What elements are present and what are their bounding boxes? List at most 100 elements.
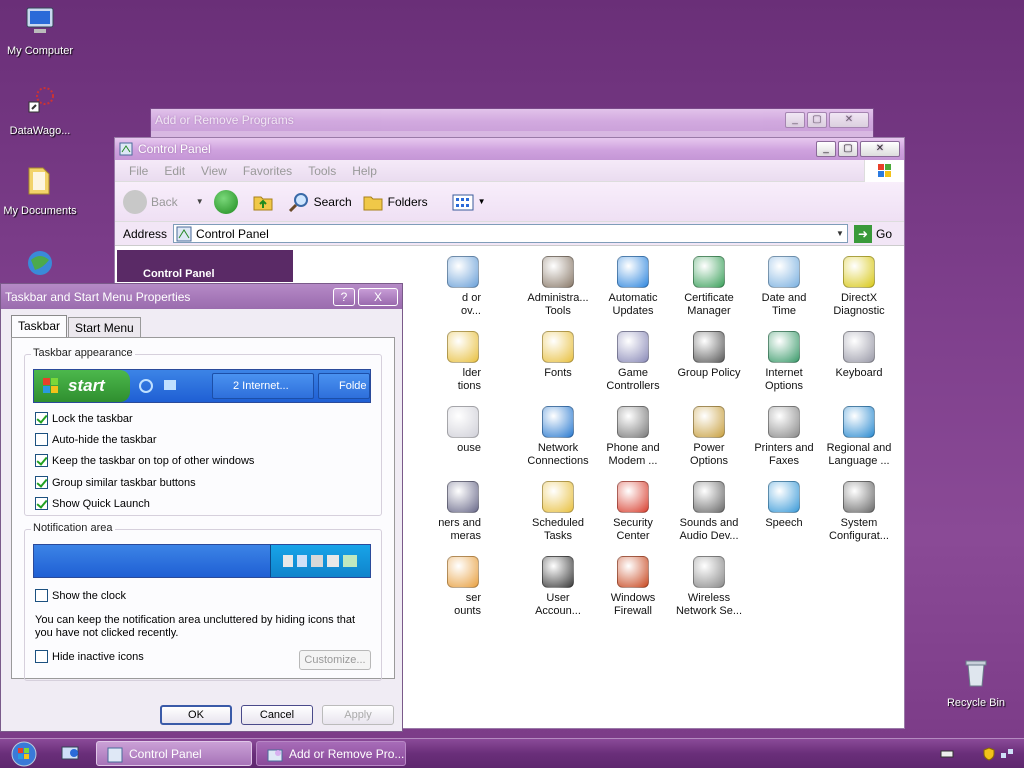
close-button[interactable]: X xyxy=(358,287,398,306)
close-button[interactable]: ✕ xyxy=(829,112,869,128)
help-button[interactable]: ? xyxy=(333,287,355,306)
cp-item[interactable]: Printers and Faxes xyxy=(746,406,822,468)
cp-item[interactable]: User Accoun... xyxy=(520,556,596,618)
cp-item[interactable]: Phone and Modem ... xyxy=(595,406,671,468)
hide-inactive-checkbox[interactable]: Hide inactive icons xyxy=(35,650,144,663)
close-button[interactable]: ✕ xyxy=(860,141,900,157)
titlebar[interactable]: Taskbar and Start Menu Properties ? X xyxy=(1,284,402,309)
minimize-button[interactable]: _ xyxy=(816,141,836,157)
taskbar-preview: start 2 Internet... Folde xyxy=(33,369,371,403)
checkbox[interactable] xyxy=(35,497,48,510)
keyboard-icon[interactable] xyxy=(940,747,954,761)
titlebar[interactable]: Add or Remove Programs _ ▢ ✕ xyxy=(151,109,873,131)
cp-item[interactable]: Security Center xyxy=(595,481,671,543)
cp-item[interactable]: System Configurat... xyxy=(821,481,897,543)
taskbar-properties-dialog[interactable]: Taskbar and Start Menu Properties ? X Ta… xyxy=(0,283,403,732)
auto-hide-checkbox[interactable]: Auto-hide the taskbar xyxy=(35,433,157,446)
start-orb-icon[interactable] xyxy=(4,740,44,768)
maximize-button[interactable]: ▢ xyxy=(838,141,858,157)
views-icon xyxy=(452,194,474,210)
search-label: Search xyxy=(313,194,352,209)
up-folder-button[interactable] xyxy=(252,191,278,213)
cp-item[interactable]: Internet Options xyxy=(746,331,822,393)
cp-item[interactable]: ners and meras xyxy=(437,481,481,543)
titlebar[interactable]: Control Panel _ ▢ ✕ xyxy=(115,138,904,160)
cp-item[interactable]: Speech xyxy=(746,481,822,530)
tab-start-menu[interactable]: Start Menu xyxy=(68,317,141,339)
desktop-icon-my-computer[interactable]: My Computer xyxy=(0,4,80,58)
minimize-button[interactable]: _ xyxy=(785,112,805,128)
show-clock-checkbox[interactable]: Show the clock xyxy=(35,589,126,602)
cp-item[interactable]: Automatic Updates xyxy=(595,256,671,318)
checkbox[interactable] xyxy=(35,650,48,663)
cp-item[interactable]: Game Controllers xyxy=(595,331,671,393)
search-button[interactable]: Search xyxy=(288,191,352,213)
cp-item[interactable]: Keyboard xyxy=(821,331,897,380)
cp-item-label: Security Center xyxy=(613,517,653,542)
tab-taskbar[interactable]: Taskbar xyxy=(11,315,68,337)
group-buttons-checkbox[interactable]: Group similar taskbar buttons xyxy=(35,476,196,489)
cp-item[interactable]: Fonts xyxy=(520,331,596,380)
cancel-button[interactable]: Cancel xyxy=(241,705,313,725)
menu-tools[interactable]: Tools xyxy=(308,164,336,178)
checkbox[interactable] xyxy=(35,476,48,489)
checkbox[interactable] xyxy=(35,412,48,425)
cp-item[interactable]: Sounds and Audio Dev... xyxy=(671,481,747,543)
cp-item[interactable]: Windows Firewall xyxy=(595,556,671,618)
desktop-icon-label: My Computer xyxy=(6,45,74,57)
tray-preview xyxy=(270,545,370,577)
cp-item[interactable]: Administra... Tools xyxy=(520,256,596,318)
cp-item[interactable]: ser ounts xyxy=(437,556,481,618)
cp-item[interactable]: Regional and Language ... xyxy=(821,406,897,468)
taskbar-button-control-panel[interactable]: Control Panel xyxy=(96,741,252,766)
windows-logo-icon xyxy=(864,160,904,182)
control-panel-items: d or ov... Administra... Tools Automatic U… xyxy=(403,254,903,724)
cp-item[interactable]: Certificate Manager xyxy=(671,256,747,318)
quick-launch-checkbox[interactable]: Show Quick Launch xyxy=(35,497,150,510)
cp-item[interactable]: DirectX Diagnostic xyxy=(821,256,897,318)
forward-button[interactable] xyxy=(213,189,242,214)
cp-item[interactable]: lder tions xyxy=(437,331,481,393)
cp-item[interactable]: ouse xyxy=(437,406,481,455)
add-remove-programs-window[interactable]: Add or Remove Programs _ ▢ ✕ xyxy=(150,108,874,138)
menu-help[interactable]: Help xyxy=(352,164,377,178)
cp-item[interactable]: Network Connections xyxy=(520,406,596,468)
maximize-button[interactable]: ▢ xyxy=(807,112,827,128)
chevron-down-icon[interactable]: ▼ xyxy=(833,229,847,238)
chevron-down-icon[interactable]: ▼ xyxy=(196,197,204,206)
address-input[interactable]: Control Panel ▼ xyxy=(173,224,848,243)
customize-button[interactable]: Customize... xyxy=(299,650,371,670)
cp-item[interactable]: Power Options xyxy=(671,406,747,468)
checkbox[interactable] xyxy=(35,589,48,602)
checkbox[interactable] xyxy=(35,433,48,446)
go-button[interactable]: ➜ Go xyxy=(853,224,892,243)
lock-taskbar-checkbox[interactable]: Lock the taskbar xyxy=(35,412,133,425)
cp-item-label: Group Policy xyxy=(677,367,741,379)
network-status-icon[interactable] xyxy=(1000,747,1014,761)
apply-button[interactable]: Apply xyxy=(322,705,394,725)
ie-icon xyxy=(139,379,153,393)
cp-item[interactable]: d or ov... xyxy=(437,256,481,318)
menu-view[interactable]: View xyxy=(201,164,227,178)
keep-on-top-checkbox[interactable]: Keep the taskbar on top of other windows xyxy=(35,454,254,467)
cp-item[interactable]: Wireless Network Se... xyxy=(671,556,747,618)
desktop-icon-datawago[interactable]: DataWago... xyxy=(0,84,80,138)
checkbox[interactable] xyxy=(35,454,48,467)
folders-button[interactable]: Folders xyxy=(362,191,428,213)
back-button[interactable]: Back ▼ xyxy=(123,189,204,214)
cp-item[interactable]: Group Policy xyxy=(671,331,747,380)
cp-item-label: Administra... Tools xyxy=(527,292,589,317)
security-shield-icon[interactable] xyxy=(982,747,996,761)
desktop-icon-my-documents[interactable]: My Documents xyxy=(0,164,80,218)
desktop-icon-network[interactable] xyxy=(0,246,80,282)
menu-favorites[interactable]: Favorites xyxy=(243,164,292,178)
menu-file[interactable]: File xyxy=(129,164,148,178)
views-button[interactable]: ▼ xyxy=(452,191,486,213)
cp-item[interactable]: Scheduled Tasks xyxy=(520,481,596,543)
ok-button[interactable]: OK xyxy=(160,705,232,725)
menu-edit[interactable]: Edit xyxy=(164,164,185,178)
desktop-icon-recycle-bin[interactable]: Recycle Bin xyxy=(936,656,1016,710)
cp-item[interactable]: Date and Time xyxy=(746,256,822,318)
show-desktop-icon[interactable] xyxy=(60,744,80,764)
taskbar-button-add-remove[interactable]: Add or Remove Pro... xyxy=(256,741,406,766)
